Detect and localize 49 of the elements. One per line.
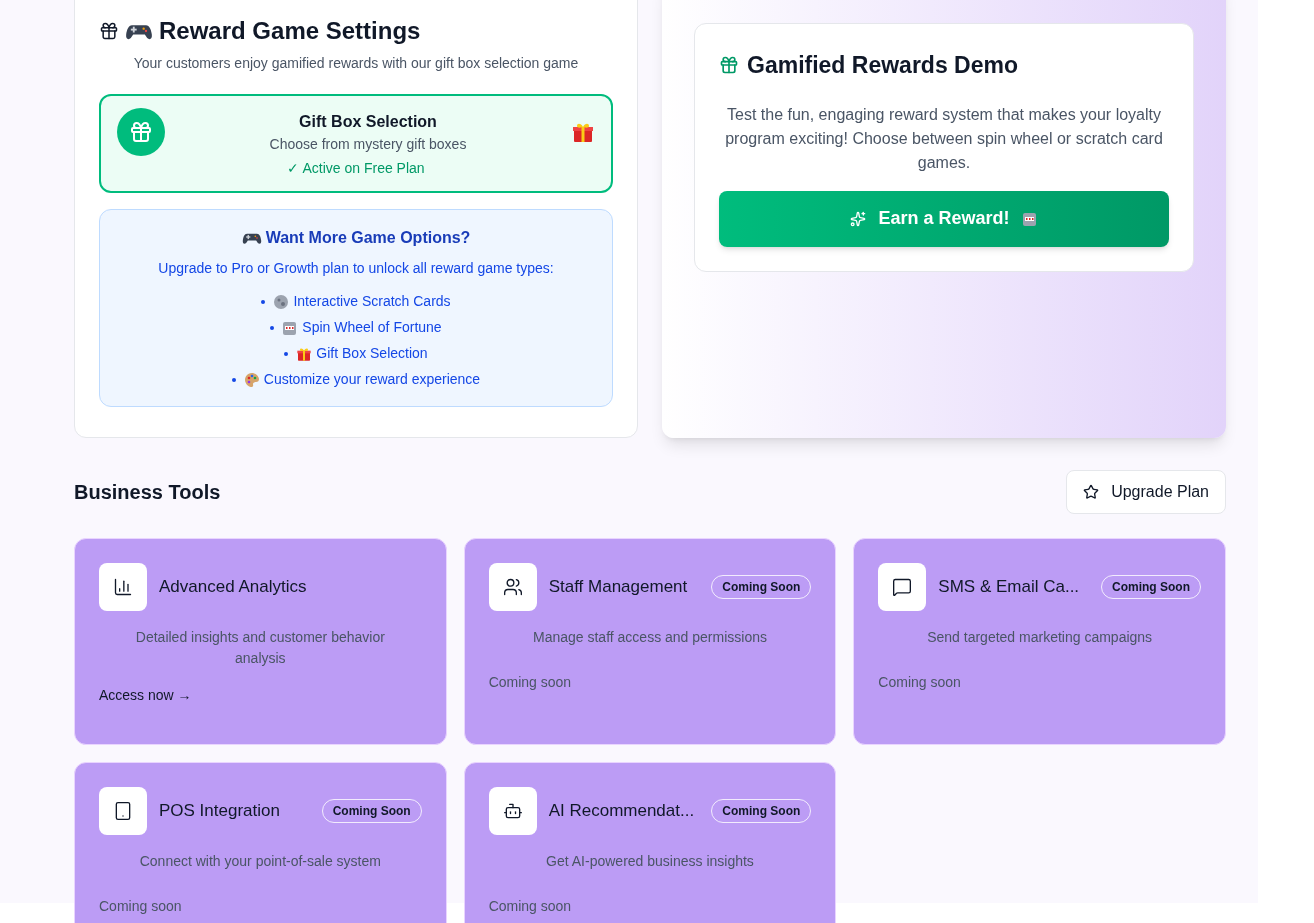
- tool-status: Coming soon: [99, 897, 183, 916]
- bullet-icon: [270, 325, 275, 330]
- tool-description: Detailed insights and customer behavior analysis: [134, 628, 386, 668]
- tool-description: Manage staff access and permissions: [532, 628, 768, 647]
- gift-icon: [99, 21, 119, 41]
- feature-item: Customize your reward experience: [263, 370, 481, 389]
- feature-item: Interactive Scratch Cards: [293, 292, 451, 311]
- section-subtitle: Your customers enjoy gamified rewards with our gift box selection game: [132, 54, 580, 73]
- game-option-card[interactable]: Gift Box Selection Choose from mystery gift boxes ✓ Active on Free Plan: [99, 94, 613, 193]
- panel-title: Want More Game Options?: [265, 228, 471, 248]
- tool-description: Connect with your point-of-sale system: [138, 852, 382, 871]
- tool-description: Get AI-powered business insights: [545, 852, 755, 871]
- section-title: Business Tools: [74, 480, 221, 505]
- tool-name: SMS & Email Ca...: [938, 576, 1081, 599]
- tool-name: AI Recommendat...: [548, 800, 696, 823]
- tool-status: Coming soon: [878, 673, 962, 692]
- users-icon: [502, 577, 523, 597]
- tool-description: Send targeted marketing campaigns: [926, 628, 1154, 647]
- feature-item: Gift Box Selection: [316, 344, 428, 363]
- game-description: Choose from mystery gift boxes: [269, 134, 467, 154]
- bar-chart-icon: [113, 577, 133, 597]
- tool-status: Coming soon: [488, 897, 573, 916]
- bullet-icon: [231, 377, 236, 382]
- moon-icon: [273, 293, 290, 310]
- sparkles-icon: [850, 210, 867, 227]
- tool-name: Advanced Analytics: [159, 576, 308, 599]
- star-icon: [1083, 484, 1100, 500]
- active-status: ✓ Active on Free Plan: [287, 159, 425, 178]
- slot-machine-icon: [1021, 210, 1038, 227]
- feature-item: Spin Wheel of Fortune: [302, 318, 442, 337]
- message-icon: [892, 577, 913, 597]
- panel-text: Upgrade to Pro or Growth plan to unlock all reward game types:: [158, 259, 554, 278]
- demo-description: Test the fun, engaging reward system that makes your loyalty program exciting! Choose between spin wheel or scratch card games.: [724, 104, 1164, 173]
- gift-icon: [117, 108, 165, 156]
- section-title: Reward Game Settings: [159, 16, 421, 46]
- tool-name: Staff Management: [548, 576, 689, 599]
- bullet-icon: [284, 351, 289, 356]
- bullet-icon: [261, 299, 266, 304]
- game-name: Gift Box Selection: [299, 111, 437, 132]
- upgrade-plan-button[interactable]: Upgrade Plan: [1066, 470, 1226, 514]
- tool-status: Coming soon: [488, 673, 573, 692]
- tablet-icon: [113, 801, 133, 821]
- palette-icon: [243, 371, 260, 388]
- gift-icon: [719, 55, 739, 76]
- demo-title: Gamified Rewards Demo: [747, 51, 1018, 80]
- tool-name: POS Integration: [159, 800, 281, 823]
- access-link[interactable]: Access now →: [99, 685, 192, 706]
- robot-icon: [502, 801, 523, 821]
- slot-machine-icon: [282, 319, 299, 336]
